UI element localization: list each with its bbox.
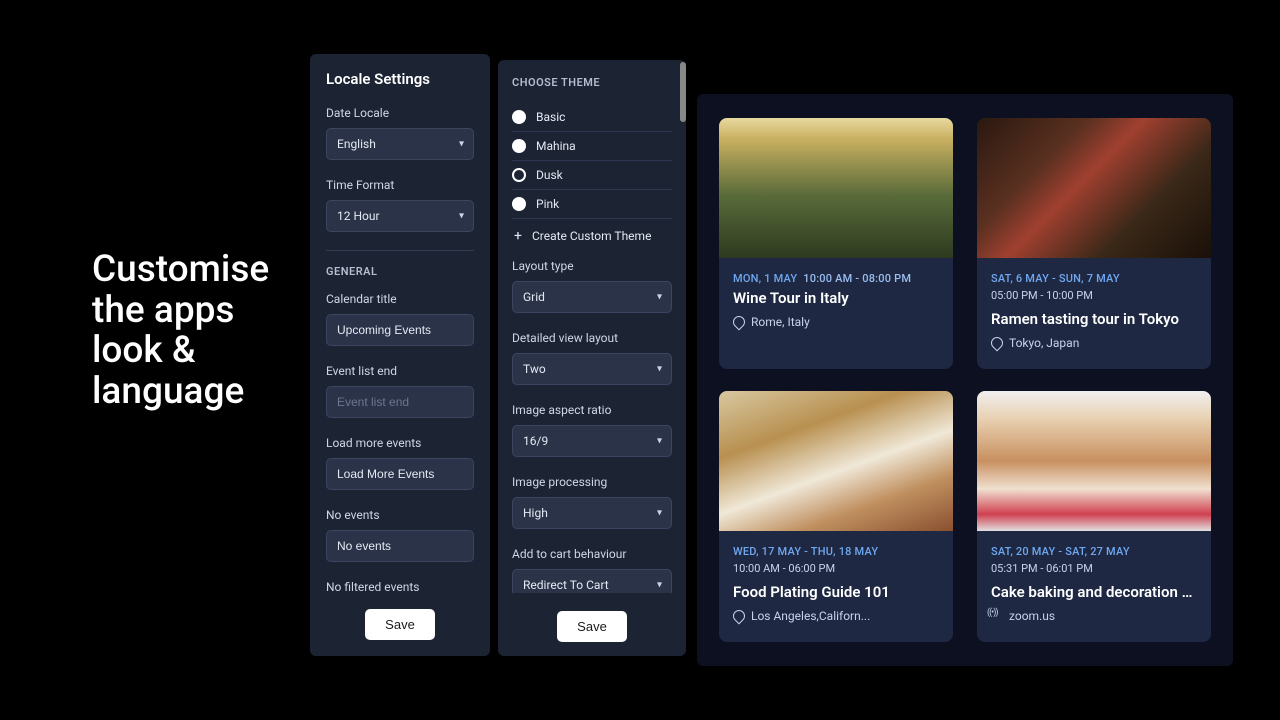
no-filtered-label: No filtered events (326, 580, 474, 591)
radio-icon (512, 168, 526, 182)
pin-icon (731, 608, 748, 625)
layout-type-label: Layout type (512, 259, 672, 273)
event-time: 10:00 AM - 06:00 PM (733, 562, 939, 575)
preview-grid: MON, 1 MAY10:00 AM - 08:00 PM Wine Tour … (697, 94, 1233, 666)
aspect-ratio-select[interactable]: 16/9 (512, 425, 672, 457)
event-list-end-label: Event list end (326, 364, 474, 378)
general-section-label: GENERAL (326, 265, 474, 278)
event-location: Los Angeles,Californ... (733, 609, 939, 623)
theme-option-mahina[interactable]: Mahina (512, 132, 672, 161)
event-date: SAT, 20 MAY - SAT, 27 MAY (991, 545, 1197, 558)
layout-type-select[interactable]: Grid (512, 281, 672, 313)
theme-option-dusk[interactable]: Dusk (512, 161, 672, 190)
event-card[interactable]: MON, 1 MAY10:00 AM - 08:00 PM Wine Tour … (719, 118, 953, 369)
theme-label: Dusk (536, 168, 563, 182)
theme-label: Mahina (536, 139, 576, 153)
event-time: 05:31 PM - 06:01 PM (991, 562, 1197, 575)
theme-panel: CHOOSE THEME Basic Mahina Dusk Pink + Cr… (498, 60, 686, 656)
event-card[interactable]: WED, 17 MAY - THU, 18 MAY 10:00 AM - 06:… (719, 391, 953, 642)
no-events-input[interactable] (326, 530, 474, 562)
event-image (719, 118, 953, 258)
hero-heading: Customise the apps look & language (92, 250, 252, 413)
divider (326, 250, 474, 251)
theme-option-basic[interactable]: Basic (512, 103, 672, 132)
event-title: Cake baking and decoration class (991, 583, 1197, 601)
event-title: Wine Tour in Italy (733, 289, 939, 307)
online-icon (991, 610, 1003, 622)
choose-theme-label: CHOOSE THEME (512, 76, 672, 89)
pin-icon (731, 314, 748, 331)
event-image (977, 118, 1211, 258)
create-custom-theme[interactable]: + Create Custom Theme (512, 219, 672, 259)
pin-icon (989, 335, 1006, 352)
time-format-select[interactable]: 12 Hour (326, 200, 474, 232)
detailed-view-label: Detailed view layout (512, 331, 672, 345)
load-more-label: Load more events (326, 436, 474, 450)
plus-icon: + (514, 229, 522, 243)
event-time: 05:00 PM - 10:00 PM (991, 289, 1197, 302)
theme-option-pink[interactable]: Pink (512, 190, 672, 219)
event-date: WED, 17 MAY - THU, 18 MAY (733, 545, 939, 558)
radio-icon (512, 110, 526, 124)
calendar-title-input[interactable] (326, 314, 474, 346)
radio-icon (512, 197, 526, 211)
event-list-end-input[interactable] (326, 386, 474, 418)
event-location: Rome, Italy (733, 315, 939, 329)
no-events-label: No events (326, 508, 474, 522)
image-processing-select[interactable]: High (512, 497, 672, 529)
event-location: zoom.us (991, 609, 1197, 623)
theme-label: Basic (536, 110, 565, 124)
calendar-title-label: Calendar title (326, 292, 474, 306)
event-location: Tokyo, Japan (991, 336, 1197, 350)
detailed-view-select[interactable]: Two (512, 353, 672, 385)
theme-save-button[interactable]: Save (557, 611, 627, 642)
cart-behaviour-select[interactable]: Redirect To Cart (512, 569, 672, 593)
load-more-input[interactable] (326, 458, 474, 490)
event-title: Food Plating Guide 101 (733, 583, 939, 601)
event-image (977, 391, 1211, 531)
time-format-label: Time Format (326, 178, 474, 192)
locale-panel-title: Locale Settings (326, 70, 474, 88)
date-locale-select[interactable]: English (326, 128, 474, 160)
event-datetime: MON, 1 MAY10:00 AM - 08:00 PM (733, 272, 939, 285)
event-title: Ramen tasting tour in Tokyo (991, 310, 1197, 328)
theme-label: Pink (536, 197, 559, 211)
event-date: SAT, 6 MAY - SUN, 7 MAY (991, 272, 1197, 285)
event-card[interactable]: SAT, 6 MAY - SUN, 7 MAY 05:00 PM - 10:00… (977, 118, 1211, 369)
locale-save-button[interactable]: Save (365, 609, 435, 640)
locale-settings-panel: Locale Settings Date Locale English Time… (310, 54, 490, 656)
event-card[interactable]: SAT, 20 MAY - SAT, 27 MAY 05:31 PM - 06:… (977, 391, 1211, 642)
create-custom-label: Create Custom Theme (532, 229, 651, 243)
image-processing-label: Image processing (512, 475, 672, 489)
radio-icon (512, 139, 526, 153)
event-image (719, 391, 953, 531)
cart-behaviour-label: Add to cart behaviour (512, 547, 672, 561)
date-locale-label: Date Locale (326, 106, 474, 120)
aspect-ratio-label: Image aspect ratio (512, 403, 672, 417)
